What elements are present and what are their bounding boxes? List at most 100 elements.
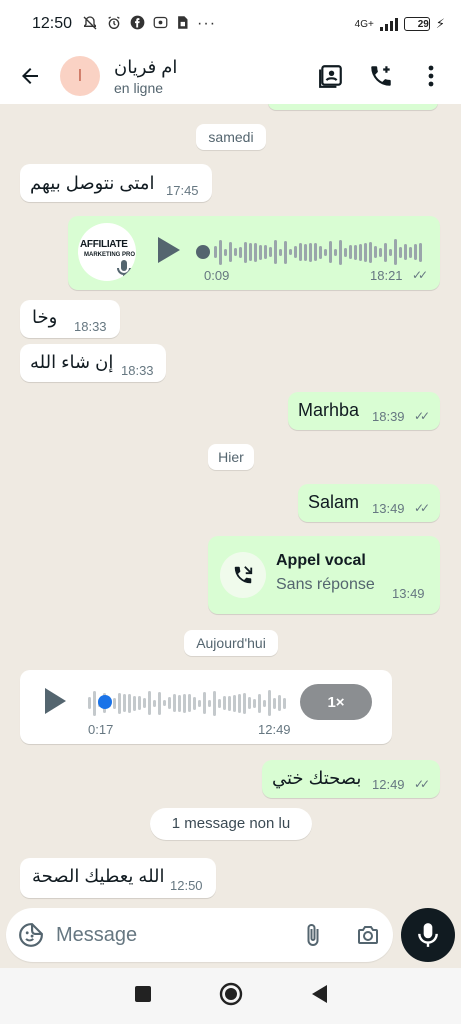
message-bubble[interactable]: Marhba 18:39 ✓✓ (288, 392, 440, 430)
message-bubble[interactable]: وخا 18:33 (20, 300, 120, 338)
contact-card-button[interactable] (317, 62, 345, 90)
waveform-bar (299, 243, 302, 261)
voice-duration: 0:09 (204, 268, 230, 283)
waveform-bar (314, 243, 317, 261)
sticker-button[interactable] (18, 922, 44, 948)
contact-status: en ligne (114, 79, 164, 96)
charging-icon: ⚡ (435, 16, 445, 31)
waveform-bar (384, 242, 387, 262)
waveform-bar (118, 692, 121, 714)
waveform-bar (234, 248, 237, 256)
waveform-bar (304, 243, 307, 261)
waveform-bar (359, 243, 362, 261)
bell-muted-icon (82, 15, 98, 34)
waveform-bar (409, 246, 412, 258)
attach-button[interactable] (301, 922, 325, 948)
waveform-bar (354, 244, 357, 260)
voice-waveform[interactable] (88, 688, 298, 716)
waveform-bar (88, 697, 91, 709)
waveform-bar (399, 246, 402, 258)
microphone-icon (117, 260, 131, 278)
waveform-bar (133, 695, 136, 711)
recents-button[interactable] (134, 985, 152, 1008)
date-separator: Hier (208, 444, 254, 470)
waveform-bar (213, 690, 216, 716)
back-button[interactable] (10, 56, 50, 96)
chat-area[interactable]: samedi امتى نتوصل بيهم 17:45 AFFILIATE M… (0, 104, 461, 904)
back-nav-button[interactable] (310, 984, 328, 1009)
message-text: Salam (308, 492, 360, 512)
sim-icon (176, 15, 189, 33)
call-subtitle: Sans réponse (276, 576, 375, 593)
waveform-bar (93, 690, 96, 716)
message-bubble[interactable]: إن شاء الله 18:33 (20, 344, 166, 382)
waveform-scrubber[interactable] (196, 245, 210, 259)
contact-card-icon (319, 65, 342, 88)
message-input[interactable] (56, 923, 276, 947)
voice-record-button[interactable] (401, 908, 455, 962)
message-bubble[interactable]: Salam 13:49 ✓✓ (298, 484, 440, 522)
camera-button[interactable] (355, 923, 381, 947)
waveform-bar (273, 697, 276, 709)
unread-separator: 1 message non lu (150, 808, 312, 840)
voice-duration: 0:17 (88, 722, 114, 737)
waveform-bar (268, 690, 271, 716)
battery-level: 29 (417, 18, 429, 30)
waveform-bar (153, 699, 156, 707)
play-button[interactable] (42, 687, 72, 717)
waveform-bar (249, 243, 252, 261)
waveform-bar (168, 697, 171, 709)
message-text: إن شاء الله (30, 352, 114, 372)
media-app-icon (153, 15, 168, 33)
message-text: Marhba (298, 400, 360, 420)
waveform-bar (394, 239, 397, 265)
message-bubble[interactable]: بصحتك ختي 12:49 ✓✓ (262, 760, 440, 798)
contact-name: ام فريان (114, 56, 178, 77)
message-time: 12:49 (258, 722, 291, 737)
camera-icon (358, 926, 378, 944)
waveform-bar (263, 699, 266, 707)
waveform-bar (258, 693, 261, 713)
message-time: 17:45 (166, 183, 199, 198)
play-button[interactable] (154, 235, 184, 265)
contact-info[interactable]: ام فريان en ligne (114, 57, 177, 96)
waveform-bar (283, 697, 286, 709)
system-nav-bar (0, 968, 461, 1024)
paperclip-icon (307, 924, 319, 946)
waveform-bar (183, 693, 186, 713)
message-bubble[interactable]: الله يعطيك الصحة 12:50 (20, 858, 216, 898)
waveform-bar (374, 246, 377, 258)
message-time: 13:49 (392, 586, 425, 601)
message-time: 18:33 (121, 363, 154, 378)
voice-message-bubble[interactable]: 0:17 12:49 1× (20, 670, 392, 744)
thumb-subtitle: MARKETING PRO (84, 252, 135, 258)
waveform-scrubber[interactable] (98, 695, 112, 709)
play-icon (158, 237, 180, 263)
message-bubble[interactable]: امتى نتوصل بيهم 17:45 (20, 164, 212, 202)
waveform-bar (113, 697, 116, 709)
add-call-button[interactable] (367, 62, 395, 90)
read-receipt-icon: ✓✓ (414, 409, 430, 423)
voice-waveform[interactable] (196, 237, 428, 265)
message-time: 18:39 (372, 409, 405, 424)
signal-icon (379, 17, 398, 31)
waveform-bar (419, 242, 422, 262)
previous-message-bubble[interactable] (268, 104, 438, 110)
call-log-bubble[interactable]: Appel vocal Sans réponse 13:49 (208, 536, 440, 614)
waveform-bar (339, 239, 342, 265)
menu-button[interactable] (417, 62, 445, 90)
voice-message-bubble[interactable]: AFFILIATE MARKETING PRO 0:09 18:21 ✓✓ (68, 216, 440, 290)
home-button[interactable] (219, 982, 243, 1011)
waveform-bar (369, 241, 372, 263)
waveform-bar (278, 695, 281, 711)
playback-speed-button[interactable]: 1× (300, 684, 372, 720)
waveform-bar (158, 691, 161, 715)
call-icon-wrap (220, 552, 266, 598)
avatar[interactable]: ا (60, 56, 100, 96)
waveform-bar (229, 242, 232, 262)
waveform-bar (123, 694, 126, 712)
waveform-bar (284, 240, 287, 264)
network-type: 4G+ (354, 18, 374, 30)
waveform-bar (269, 247, 272, 257)
waveform-bar (219, 239, 222, 265)
